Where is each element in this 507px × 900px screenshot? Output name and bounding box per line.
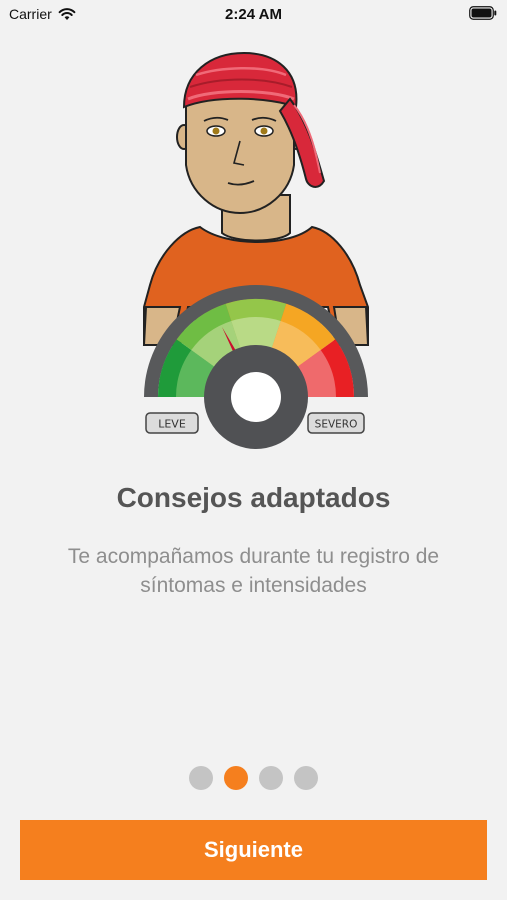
svg-text:SEVERO: SEVERO xyxy=(315,419,358,431)
page-dot-4[interactable] xyxy=(294,766,318,790)
page-dot-1[interactable] xyxy=(189,766,213,790)
battery-icon xyxy=(469,6,497,20)
page-dot-3[interactable] xyxy=(259,766,283,790)
status-time: 2:24 AM xyxy=(225,6,282,23)
svg-text:LEVE: LEVE xyxy=(158,418,186,431)
gauge-leve-label: LEVE xyxy=(145,412,199,434)
onboarding-illustration: LEVE SEVERO xyxy=(142,51,370,449)
status-bar: Carrier 2:24 AM xyxy=(0,0,507,30)
page-indicator[interactable] xyxy=(0,766,507,790)
gauge-severo-label: SEVERO xyxy=(307,412,365,434)
subtitle-line-2: síntomas e intensidades xyxy=(140,574,367,597)
page-title: Consejos adaptados xyxy=(116,482,391,513)
page-subtitle: Te acompañamos durante tu registro de sí… xyxy=(30,542,477,600)
next-button[interactable]: Siguiente xyxy=(20,820,487,880)
subtitle-line-1: Te acompañamos durante tu registro de xyxy=(67,545,440,568)
page-dot-2-active[interactable] xyxy=(224,766,248,790)
